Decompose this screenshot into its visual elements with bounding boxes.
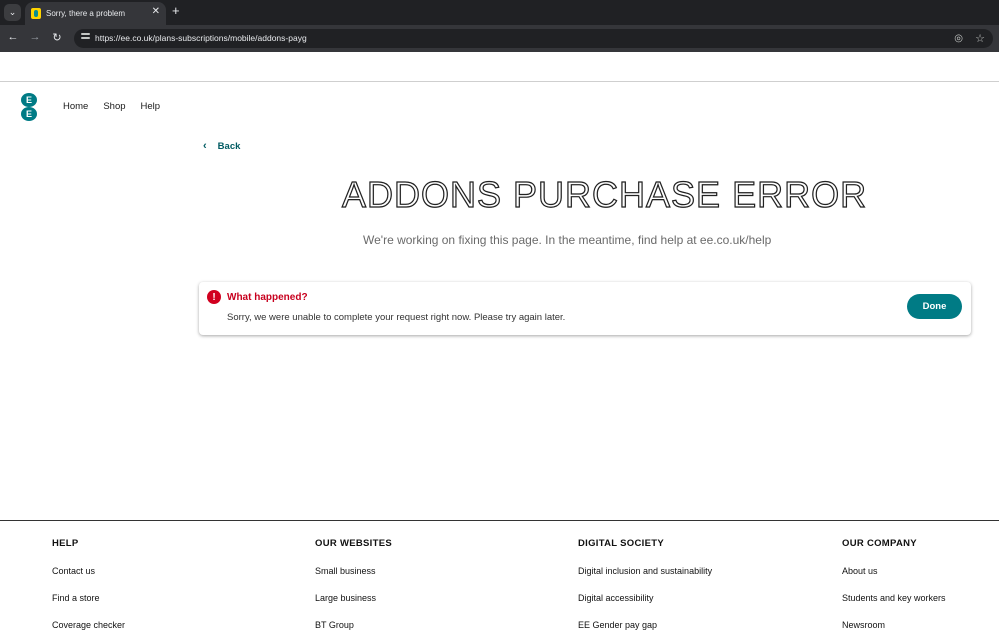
- footer-link[interactable]: Students and key workers: [842, 593, 946, 604]
- header-divider: [0, 81, 999, 82]
- browser-tab-bar: ⌄ Sorry, there a problem ✕ +: [0, 0, 999, 25]
- new-tab-icon[interactable]: +: [172, 3, 180, 18]
- address-bar[interactable]: https://ee.co.uk/plans-subscriptions/mob…: [74, 29, 993, 48]
- done-button[interactable]: Done: [907, 294, 962, 319]
- url-text[interactable]: https://ee.co.uk/plans-subscriptions/mob…: [95, 33, 307, 43]
- back-link[interactable]: ‹ Back: [203, 140, 240, 152]
- footer-link[interactable]: Newsroom: [842, 620, 946, 631]
- footer-link[interactable]: EE Gender pay gap: [578, 620, 712, 631]
- footer-link[interactable]: Digital accessibility: [578, 593, 712, 604]
- error-alert: ! What happened? Sorry, we were unable t…: [199, 282, 971, 335]
- ee-logo[interactable]: E E: [21, 93, 37, 121]
- footer-column-title: OUR COMPANY: [842, 538, 917, 549]
- footer-column-title: HELP: [52, 538, 79, 549]
- page-title: ADDONS PURCHASE ERROR: [341, 173, 868, 215]
- back-label: Back: [217, 140, 241, 152]
- footer-divider: [0, 520, 999, 521]
- footer-column-title: OUR WEBSITES: [315, 538, 392, 549]
- alert-title: What happened?: [227, 292, 308, 303]
- footer-link[interactable]: Small business: [315, 566, 392, 577]
- footer-column-title: DIGITAL SOCIETY: [578, 538, 664, 549]
- footer-link[interactable]: Large business: [315, 593, 392, 604]
- site-info-icon[interactable]: [81, 33, 90, 42]
- browser-tab[interactable]: Sorry, there a problem ✕: [25, 2, 166, 25]
- footer-column-company: OUR COMPANY About us Students and key wo…: [842, 538, 946, 638]
- footer-link[interactable]: BT Group: [315, 620, 392, 631]
- eye-off-icon[interactable]: ◎: [954, 33, 963, 44]
- nav-help[interactable]: Help: [141, 101, 161, 112]
- logo-letter-top: E: [21, 93, 37, 107]
- back-arrow-icon[interactable]: ←: [6, 31, 20, 43]
- tab-title: Sorry, there a problem: [46, 9, 125, 18]
- footer-link[interactable]: Find a store: [52, 593, 125, 604]
- reload-icon[interactable]: ↻: [50, 31, 64, 44]
- nav-shop[interactable]: Shop: [103, 101, 125, 112]
- chevron-left-icon: ‹: [203, 140, 207, 152]
- footer-link[interactable]: Digital inclusion and sustainability: [578, 566, 712, 577]
- footer-link[interactable]: About us: [842, 566, 946, 577]
- tab-search-icon[interactable]: ⌄: [4, 4, 21, 21]
- logo-letter-bottom: E: [21, 107, 37, 121]
- error-icon: !: [207, 290, 221, 304]
- bookmark-star-icon[interactable]: ☆: [975, 32, 985, 45]
- footer-link[interactable]: Contact us: [52, 566, 125, 577]
- forward-arrow-icon[interactable]: →: [28, 31, 42, 43]
- close-icon[interactable]: ✕: [152, 6, 160, 17]
- ee-favicon-icon: [31, 8, 41, 19]
- alert-message: Sorry, we were unable to complete your r…: [227, 312, 566, 323]
- footer-link[interactable]: Coverage checker: [52, 620, 125, 631]
- browser-toolbar: ← → ↻ https://ee.co.uk/plans-subscriptio…: [0, 25, 999, 52]
- footer-column-digital-society: DIGITAL SOCIETY Digital inclusion and su…: [578, 538, 712, 638]
- page-subtext: We're working on fixing this page. In th…: [363, 233, 772, 247]
- main-nav: Home Shop Help: [63, 101, 175, 112]
- nav-home[interactable]: Home: [63, 101, 88, 112]
- footer-column-help: HELP Contact us Find a store Coverage ch…: [52, 538, 125, 638]
- footer-column-websites: OUR WEBSITES Small business Large busine…: [315, 538, 392, 638]
